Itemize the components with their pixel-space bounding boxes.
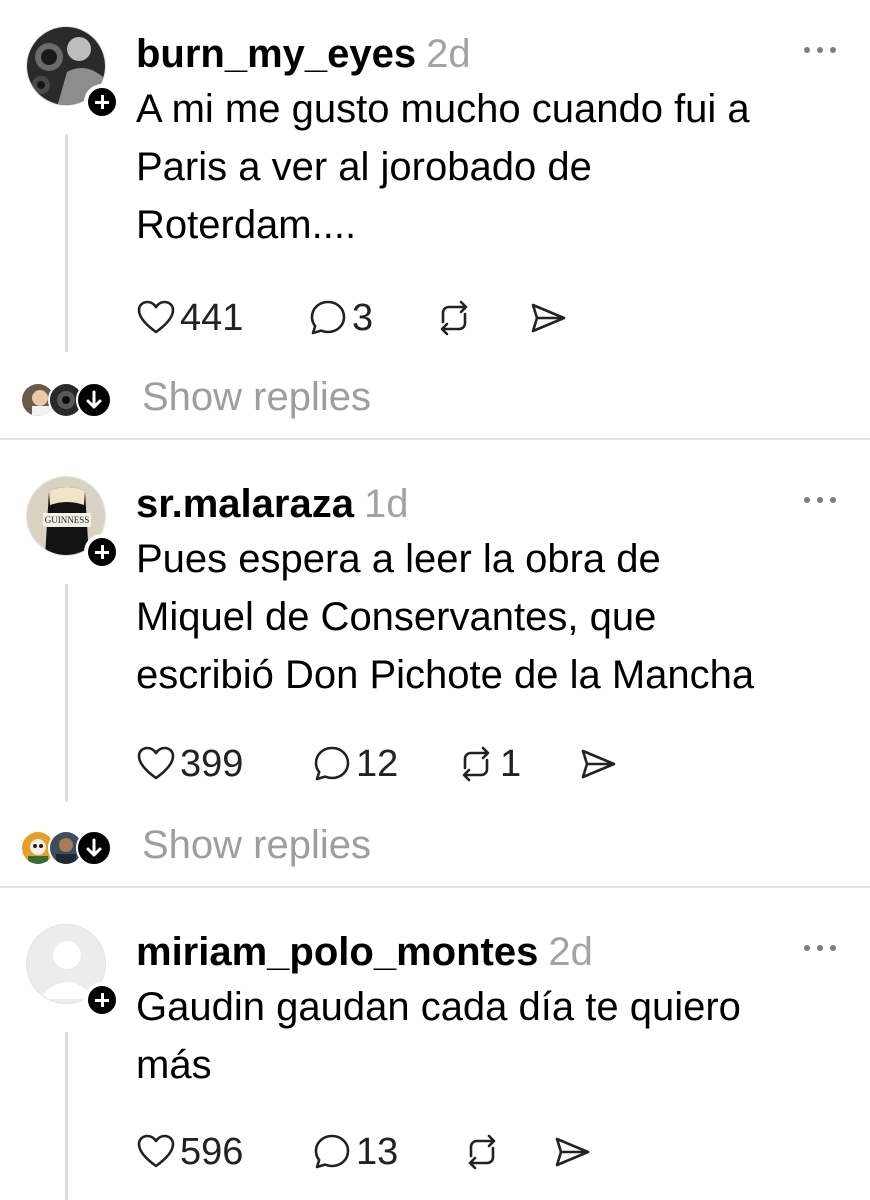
username[interactable]: miriam_polo_montes xyxy=(136,930,538,974)
post-text-line: escribió Don Pichote de la Mancha xyxy=(136,653,755,697)
post-miriam-polo-montes: miriam_polo_montes 2d Gaudin gaudan cada … xyxy=(0,924,870,1200)
like-button[interactable]: 441 xyxy=(136,296,243,340)
more-options-icon[interactable] xyxy=(800,480,840,520)
post-sr-malaraza: GUINNESS sr.malaraza 1d Pues espera a lee… xyxy=(0,476,870,886)
post-text: Gaudin gaudan cada día te quiero más xyxy=(136,978,846,1094)
post-text: A mi me gusto mucho cuando fui a Paris a… xyxy=(136,80,846,254)
comment-count: 3 xyxy=(352,296,374,339)
more-options-icon[interactable] xyxy=(800,30,840,70)
repost-button[interactable]: 1 xyxy=(456,742,521,786)
heart-icon xyxy=(137,746,175,780)
avatar-label: GUINNESS xyxy=(45,515,90,525)
like-button[interactable]: 399 xyxy=(136,742,243,786)
send-icon xyxy=(581,749,616,779)
like-count: 399 xyxy=(180,742,244,785)
post-text-line: A mi me gusto mucho cuando fui a xyxy=(136,87,750,131)
thread-line xyxy=(65,134,68,352)
repost-icon xyxy=(468,1134,496,1170)
speech-bubble-icon xyxy=(314,746,350,781)
repost-button[interactable] xyxy=(434,296,478,340)
avatar-container[interactable] xyxy=(26,924,120,1018)
heart-icon xyxy=(137,300,175,334)
timestamp: 2d xyxy=(426,32,471,76)
post-header: sr.malaraza 1d xyxy=(136,480,408,528)
post-text-line: más xyxy=(136,1043,212,1087)
arrow-down-icon[interactable] xyxy=(76,382,112,418)
show-replies-row[interactable]: Show replies xyxy=(0,818,870,872)
follow-plus-icon[interactable] xyxy=(84,982,120,1018)
divider xyxy=(0,438,870,440)
comment-button[interactable]: 3 xyxy=(308,296,373,340)
repost-icon xyxy=(462,746,490,782)
like-count: 441 xyxy=(180,296,244,339)
share-button[interactable] xyxy=(578,742,618,786)
thread-line xyxy=(65,584,68,802)
show-replies-row[interactable]: Show replies xyxy=(0,370,870,424)
speech-bubble-icon xyxy=(314,1134,350,1169)
repost-icon xyxy=(440,300,468,336)
post-text-line: Roterdam.... xyxy=(136,203,357,247)
post-text: Pues espera a leer la obra de Miquel de … xyxy=(136,530,846,704)
post-header: miriam_polo_montes 2d xyxy=(136,928,593,976)
speech-bubble-icon xyxy=(310,300,346,335)
thread-line xyxy=(65,1032,68,1200)
follow-plus-icon[interactable] xyxy=(84,84,120,120)
username[interactable]: burn_my_eyes xyxy=(136,32,416,76)
like-count: 596 xyxy=(180,1130,244,1173)
share-button[interactable] xyxy=(528,296,568,340)
send-icon xyxy=(555,1137,590,1167)
heart-icon xyxy=(137,1134,175,1168)
post-header: burn_my_eyes 2d xyxy=(136,30,471,78)
timestamp: 1d xyxy=(363,482,409,526)
comment-button[interactable]: 12 xyxy=(312,742,398,786)
post-text-line: Paris a ver al jorobado de xyxy=(136,145,592,189)
post-text-line: Gaudin gaudan cada día te quiero xyxy=(136,985,741,1029)
post-text-line: Miquel de Conservantes, que xyxy=(136,595,657,639)
post-burn-my-eyes: burn_my_eyes 2d A mi me gusto mucho cuand… xyxy=(0,26,870,436)
comment-count: 13 xyxy=(356,1130,399,1173)
follow-plus-icon[interactable] xyxy=(84,534,120,570)
avatar-container[interactable] xyxy=(26,26,120,120)
more-options-icon[interactable] xyxy=(800,928,840,968)
send-icon xyxy=(531,303,566,333)
arrow-down-icon[interactable] xyxy=(76,830,112,866)
divider xyxy=(0,886,870,888)
comment-button[interactable]: 13 xyxy=(312,1130,398,1174)
show-replies-link[interactable]: Show replies xyxy=(142,372,371,422)
username[interactable]: sr.malaraza xyxy=(136,482,354,526)
timestamp: 2d xyxy=(548,930,593,974)
share-button[interactable] xyxy=(552,1130,592,1174)
repost-button[interactable] xyxy=(462,1130,506,1174)
avatar-container[interactable]: GUINNESS xyxy=(26,476,120,570)
comment-count: 12 xyxy=(356,742,399,785)
like-button[interactable]: 596 xyxy=(136,1130,243,1174)
repost-count: 1 xyxy=(500,742,522,785)
show-replies-link[interactable]: Show replies xyxy=(142,820,371,870)
post-text-line: Pues espera a leer la obra de xyxy=(136,537,661,581)
